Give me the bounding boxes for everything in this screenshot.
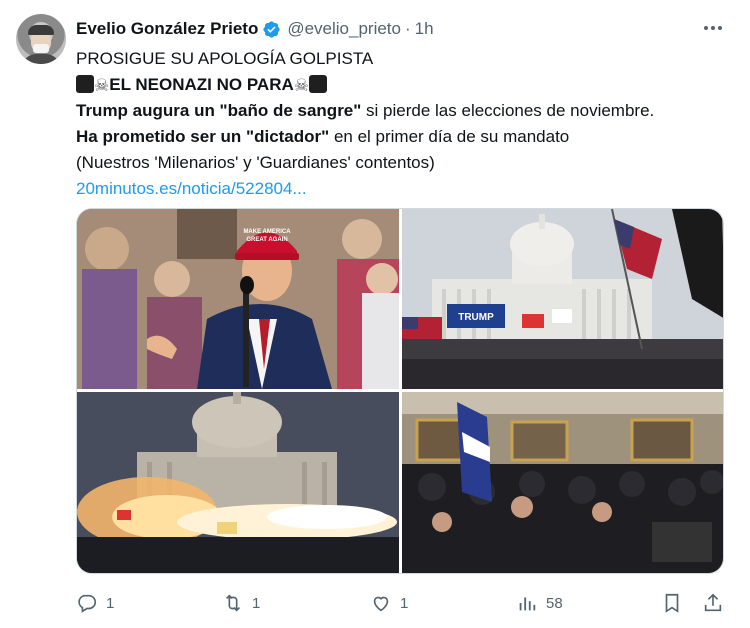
author-name[interactable]: Evelio González Prieto xyxy=(76,19,258,39)
like-count: 1 xyxy=(400,594,409,612)
text-line-6: 20minutos.es/noticia/522804... xyxy=(76,176,736,202)
bold-phrase: Trump augura un "baño de sangre" xyxy=(76,101,362,120)
black-square-icon xyxy=(309,75,327,93)
reply-icon xyxy=(78,594,97,613)
separator: · xyxy=(404,19,411,38)
timestamp[interactable]: 1h xyxy=(415,19,434,39)
tweet-header: Evelio González Prieto @evelio_prieto · … xyxy=(76,17,434,41)
share-button[interactable] xyxy=(702,590,724,616)
retweet-count: 1 xyxy=(252,594,261,612)
views-chart-icon xyxy=(519,597,536,611)
black-square-icon xyxy=(76,75,94,93)
photo-rotunda-clash[interactable] xyxy=(402,392,723,573)
photo-rally-speaker[interactable]: MAKE AMERICA GREAT AGAIN xyxy=(77,209,399,389)
text-line-1: PROSIGUE SU APOLOGÍA GOLPISTA xyxy=(76,49,374,68)
article-link[interactable]: 20minutos.es/noticia/522804... xyxy=(76,179,307,198)
bookmark-button[interactable] xyxy=(661,590,683,616)
text-line-3: Trump augura un "baño de sangre" si pier… xyxy=(76,98,736,124)
tweet: Evelio González Prieto @evelio_prieto · … xyxy=(0,0,750,628)
views-button[interactable]: 58 xyxy=(516,590,563,616)
photo-capitol-explosion[interactable] xyxy=(77,392,399,573)
banner-text: TRUMP xyxy=(458,312,494,323)
text-segment: en el primer día de su mandato xyxy=(329,127,570,146)
heart-icon xyxy=(373,596,389,612)
text-line-4: Ha prometido ser un "dictador" en el pri… xyxy=(76,124,736,150)
photo-capitol-flags[interactable]: TRUMP xyxy=(402,209,723,389)
headline-text: EL NEONAZI NO PARA xyxy=(109,75,294,94)
hat-text: MAKE AMERICA xyxy=(243,229,291,235)
media-grid: MAKE AMERICA GREAT AGAIN TRUMP xyxy=(76,208,724,574)
views-count: 58 xyxy=(546,594,563,612)
retweet-button[interactable]: 1 xyxy=(222,590,260,616)
reply-count: 1 xyxy=(106,594,115,612)
like-button[interactable]: 1 xyxy=(370,590,408,616)
verified-badge-icon xyxy=(263,20,280,38)
share-icon xyxy=(704,593,722,612)
retweet-icon xyxy=(225,594,241,612)
text-line-5: (Nuestros 'Milenarios' y 'Guardianes' co… xyxy=(76,153,435,172)
action-bar: 1 1 1 58 xyxy=(76,590,726,616)
bold-phrase: Ha prometido ser un "dictador" xyxy=(76,127,330,146)
author-handle[interactable]: @evelio_prieto xyxy=(287,19,401,39)
reply-button[interactable]: 1 xyxy=(76,590,114,616)
skull-crossbones-icon: ☠ xyxy=(94,76,110,95)
tweet-text: PROSIGUE SU APOLOGÍA GOLPISTA ☠EL NEONAZ… xyxy=(76,46,736,202)
more-options-icon[interactable] xyxy=(702,18,724,38)
avatar[interactable] xyxy=(16,14,66,64)
text-segment: si pierde las elecciones de noviembre. xyxy=(361,101,655,120)
svg-text:GREAT AGAIN: GREAT AGAIN xyxy=(246,237,287,243)
text-line-2: ☠EL NEONAZI NO PARA☠ xyxy=(76,72,736,98)
skull-crossbones-icon: ☠ xyxy=(293,76,309,95)
bookmark-icon xyxy=(665,593,679,613)
